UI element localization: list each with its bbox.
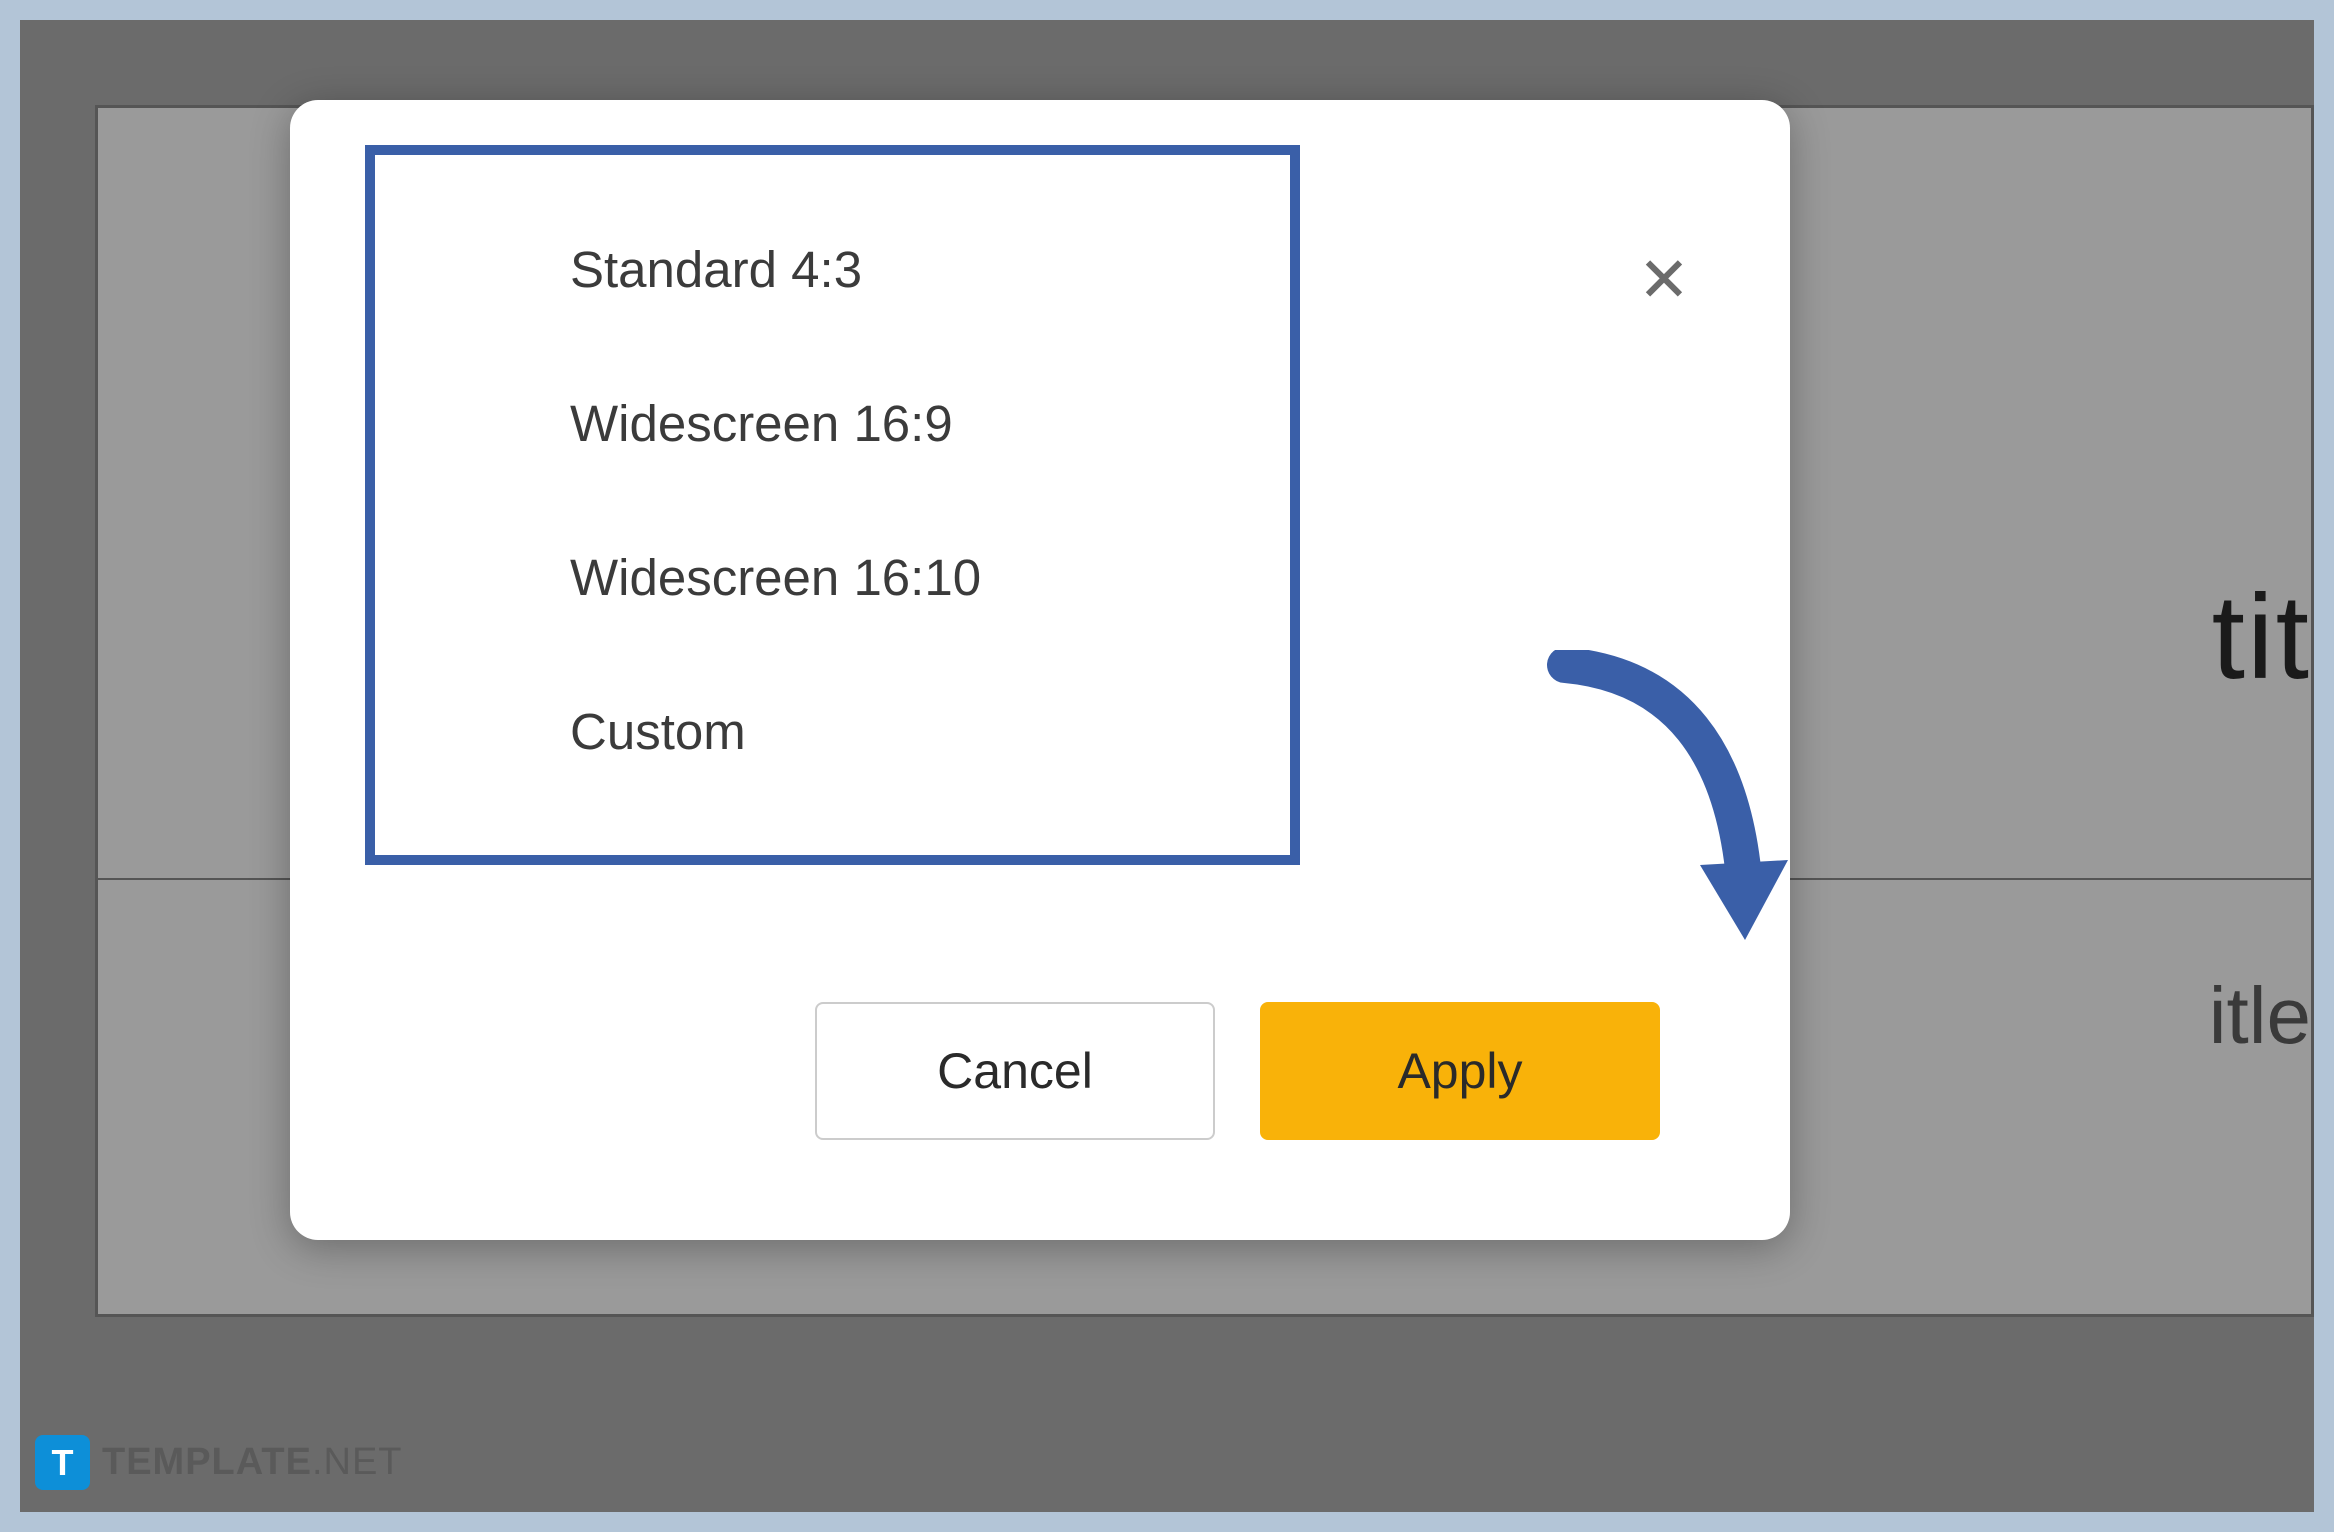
apply-button[interactable]: Apply [1260, 1002, 1660, 1140]
option-widescreen-16-9[interactable]: Widescreen 16:9 [570, 394, 1290, 453]
dimmed-overlay: tit itle ✕ Standard 4:3 Widescreen 16:9 … [20, 20, 2314, 1512]
dialog-button-row: Cancel Apply [815, 1002, 1660, 1140]
arrow-annotation-icon [1530, 650, 1790, 980]
page-setup-dialog: ✕ Standard 4:3 Widescreen 16:9 Widescree… [290, 100, 1790, 1240]
aspect-ratio-options-highlight: Standard 4:3 Widescreen 16:9 Widescreen … [365, 145, 1300, 865]
cancel-button[interactable]: Cancel [815, 1002, 1215, 1140]
option-widescreen-16-10[interactable]: Widescreen 16:10 [570, 548, 1290, 607]
template-logo-icon: T [35, 1435, 90, 1490]
close-icon[interactable]: ✕ [1638, 250, 1690, 312]
option-custom[interactable]: Custom [570, 702, 1290, 761]
watermark: T TEMPLATE.NET [35, 1435, 403, 1490]
option-standard-4-3[interactable]: Standard 4:3 [570, 240, 1290, 299]
watermark-text: TEMPLATE.NET [102, 1441, 403, 1484]
slide-title-placeholder: tit [2212, 568, 2311, 706]
